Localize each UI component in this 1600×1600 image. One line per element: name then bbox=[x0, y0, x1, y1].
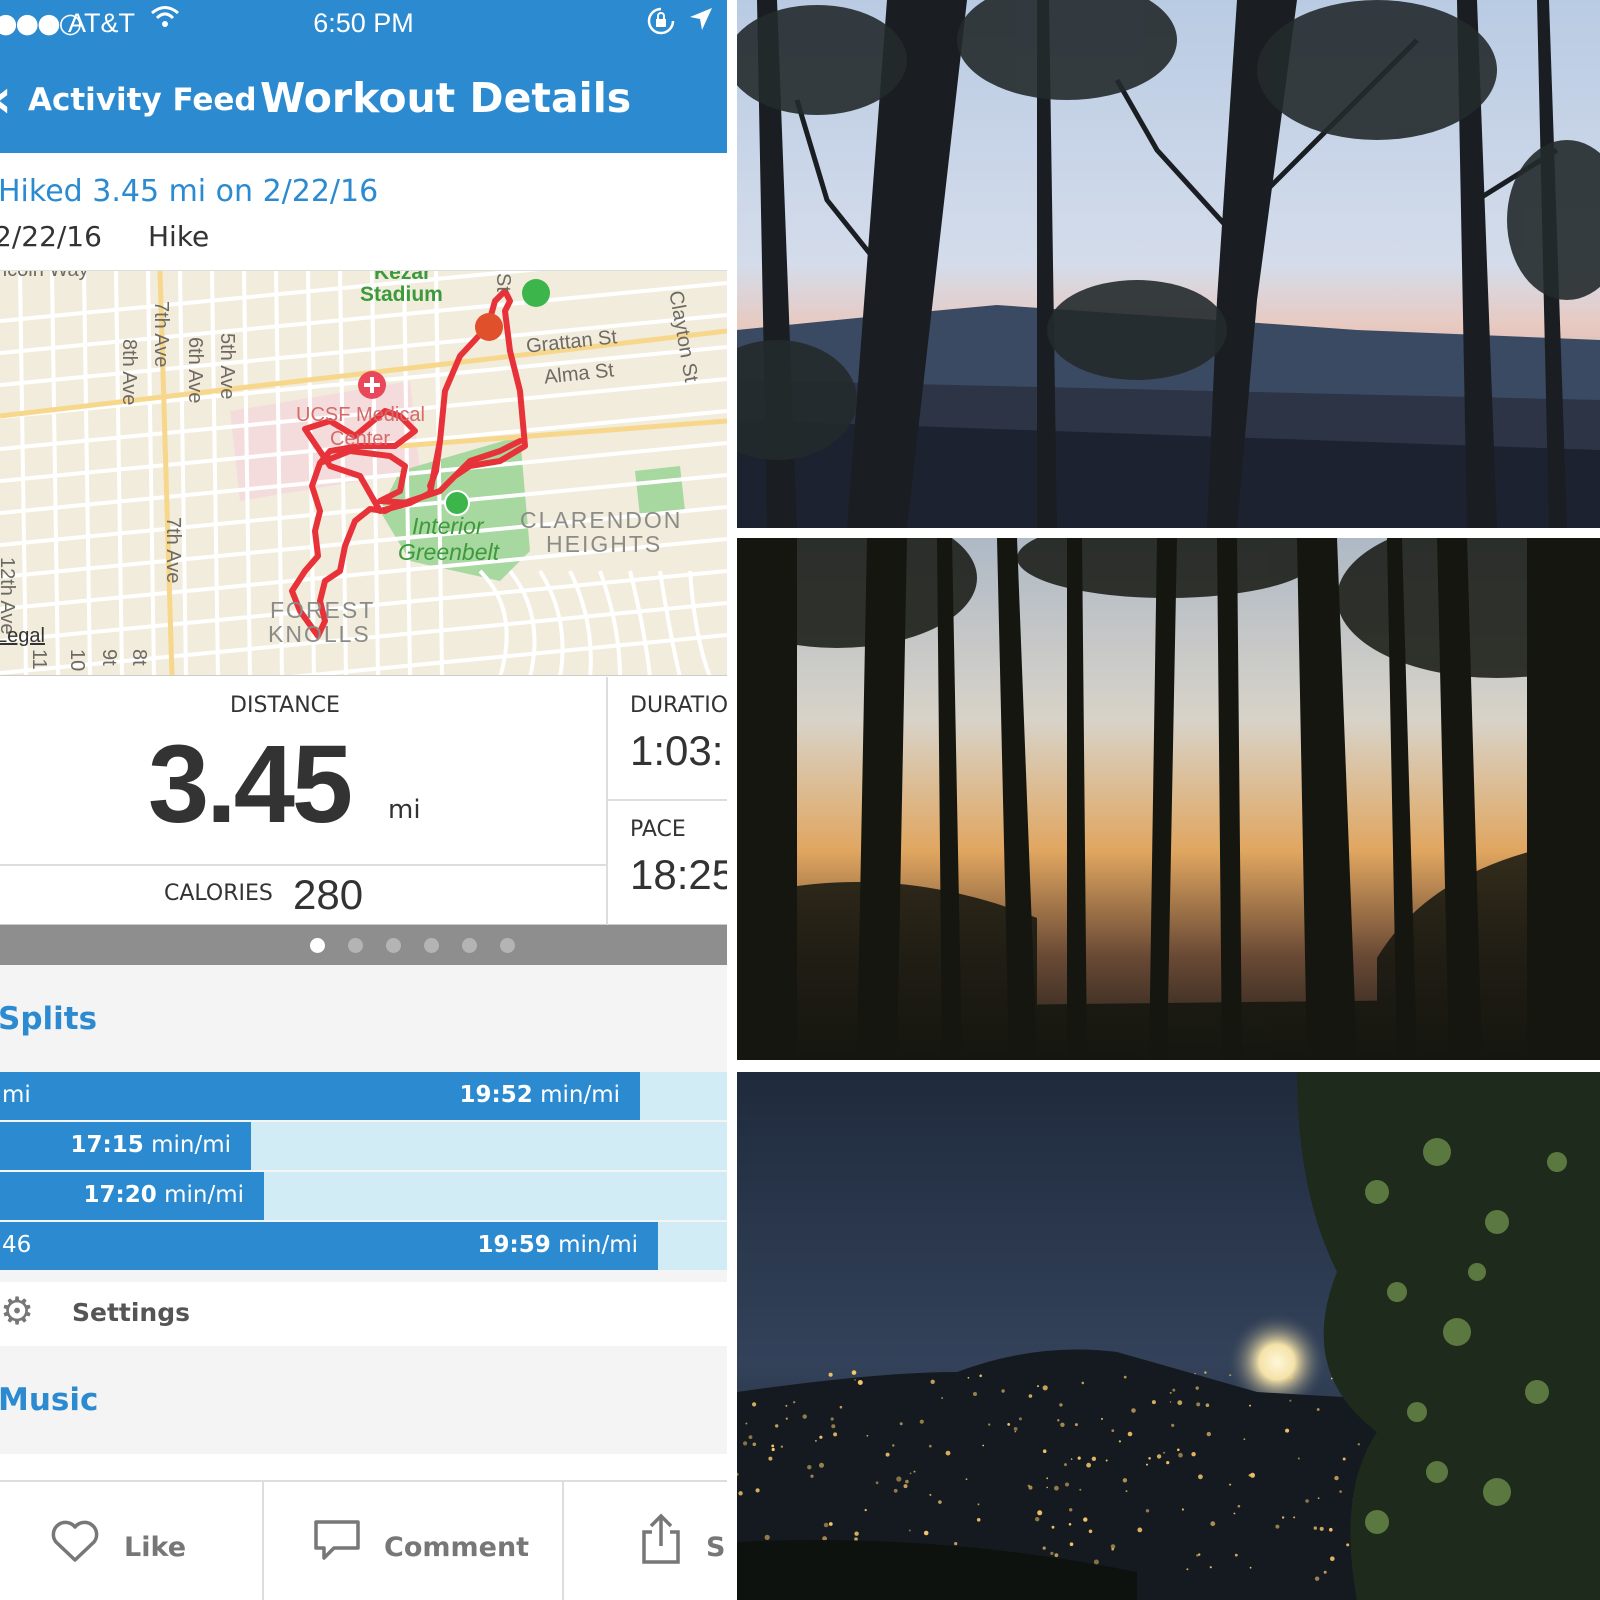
map-label: 8th Ave bbox=[118, 339, 140, 406]
calories-label: CALORIES bbox=[164, 881, 273, 906]
map-label: 9t bbox=[98, 649, 120, 666]
trailhead-icon bbox=[444, 490, 470, 516]
map-label: 7th Ave bbox=[162, 517, 184, 584]
splits-title: Splits bbox=[0, 1001, 98, 1037]
map-label: 10 bbox=[66, 649, 88, 672]
route-map[interactable]: ncoln Way Kezar Stadium 7th Ave 8th Ave … bbox=[0, 270, 727, 676]
divider bbox=[608, 799, 727, 801]
distance-unit: mi bbox=[388, 795, 421, 825]
workout-date: 2/22/16 bbox=[0, 220, 102, 253]
map-label: 6th Ave bbox=[184, 337, 206, 404]
map-label: St bbox=[492, 273, 514, 292]
pace-label: PACE bbox=[630, 817, 686, 842]
split-pace: 19:59 min/mi bbox=[477, 1232, 638, 1258]
map-label: HEIGHTS bbox=[546, 531, 663, 557]
page-dot[interactable] bbox=[310, 938, 325, 953]
divider bbox=[0, 864, 606, 866]
map-label: FOREST bbox=[270, 597, 376, 623]
distance-value: 3.45 bbox=[148, 723, 353, 846]
duration-label: DURATIO bbox=[630, 693, 727, 718]
page-dot[interactable] bbox=[386, 938, 401, 953]
page-dot[interactable] bbox=[462, 938, 477, 953]
music-section: Music bbox=[0, 1346, 727, 1454]
divider bbox=[262, 1482, 264, 1600]
back-button[interactable]: Activity Feed bbox=[28, 82, 257, 118]
workout-title: Hiked 3.45 mi on 2/22/16 bbox=[0, 174, 379, 209]
share-icon[interactable] bbox=[638, 1512, 684, 1574]
legal-link[interactable]: Legal bbox=[0, 625, 45, 648]
map-label: UCSF Medical bbox=[296, 404, 425, 426]
page-dot[interactable] bbox=[424, 938, 439, 953]
music-title: Music bbox=[0, 1382, 99, 1418]
workout-type: Hike bbox=[148, 220, 210, 253]
map-label: 7th Ave bbox=[150, 301, 172, 368]
chevron-left-icon[interactable]: ‹ bbox=[0, 72, 12, 126]
map-label: Greenbelt bbox=[398, 539, 500, 565]
map-label: KNOLLS bbox=[268, 621, 371, 647]
share-button[interactable]: Sh bbox=[706, 1532, 727, 1563]
page-dot[interactable] bbox=[348, 938, 363, 953]
map-label: Interior bbox=[412, 513, 484, 539]
split-pace: 17:15 min/mi bbox=[70, 1132, 231, 1158]
heart-icon[interactable] bbox=[50, 1518, 100, 1572]
settings-label: Settings bbox=[72, 1298, 191, 1327]
hike-photo-dusk-view bbox=[737, 0, 1600, 528]
status-time: 6:50 PM bbox=[313, 8, 414, 38]
map-label: 5th Ave bbox=[216, 333, 238, 400]
location-arrow-icon bbox=[688, 6, 714, 39]
gear-icon: ⚙ bbox=[0, 1289, 35, 1333]
split-row: 17:15 min/mi bbox=[0, 1122, 727, 1170]
map-label: 12th Ave bbox=[0, 557, 18, 635]
duration-value: 1:03: bbox=[630, 727, 724, 774]
workout-stats[interactable]: DISTANCE 3.45 mi CALORIES 280 DURATIO 1:… bbox=[0, 677, 727, 925]
distance-label: DISTANCE bbox=[230, 693, 340, 718]
calories-value: 280 bbox=[293, 871, 364, 918]
end-marker bbox=[475, 313, 503, 341]
hike-photo-sunset-trees bbox=[737, 538, 1600, 1060]
split-row: 46 19:59 min/mi bbox=[0, 1222, 727, 1270]
map-label: CLARENDON bbox=[520, 507, 683, 533]
action-bar: Like Comment Sh bbox=[0, 1480, 727, 1600]
speech-bubble-icon[interactable] bbox=[312, 1518, 362, 1572]
start-marker bbox=[522, 279, 550, 307]
top-bar: ●●●○ AT&T 6:50 PM ‹ Activity Feed Workou… bbox=[0, 0, 727, 153]
page-title: Workout Details bbox=[260, 74, 632, 122]
page-dot[interactable] bbox=[500, 938, 515, 953]
rotation-lock-icon bbox=[646, 6, 676, 43]
pace-value: 18:25 bbox=[630, 851, 727, 898]
split-mile: mi bbox=[2, 1082, 31, 1108]
divider bbox=[606, 677, 608, 925]
split-mile: 46 bbox=[2, 1232, 32, 1258]
hike-photo-night-city-moon bbox=[737, 1072, 1600, 1600]
settings-button[interactable]: ⚙ Settings bbox=[0, 1282, 727, 1342]
map-label: Stadium bbox=[360, 283, 443, 306]
like-button[interactable]: Like bbox=[124, 1532, 186, 1563]
split-row: 17:20 min/mi bbox=[0, 1172, 727, 1220]
workout-details-screen: ●●●○ AT&T 6:50 PM ‹ Activity Feed Workou… bbox=[0, 0, 727, 1600]
split-pace: 19:52 min/mi bbox=[459, 1082, 620, 1108]
map-label: Center bbox=[330, 428, 391, 450]
page-indicator[interactable] bbox=[0, 925, 727, 965]
divider bbox=[562, 1482, 564, 1600]
split-row: mi 19:52 min/mi bbox=[0, 1072, 727, 1120]
map-label: 8t bbox=[128, 649, 150, 666]
map-label: 11 bbox=[28, 649, 50, 670]
split-pace: 17:20 min/mi bbox=[83, 1182, 244, 1208]
comment-button[interactable]: Comment bbox=[384, 1532, 529, 1563]
map-label: ncoln Way bbox=[0, 270, 89, 281]
